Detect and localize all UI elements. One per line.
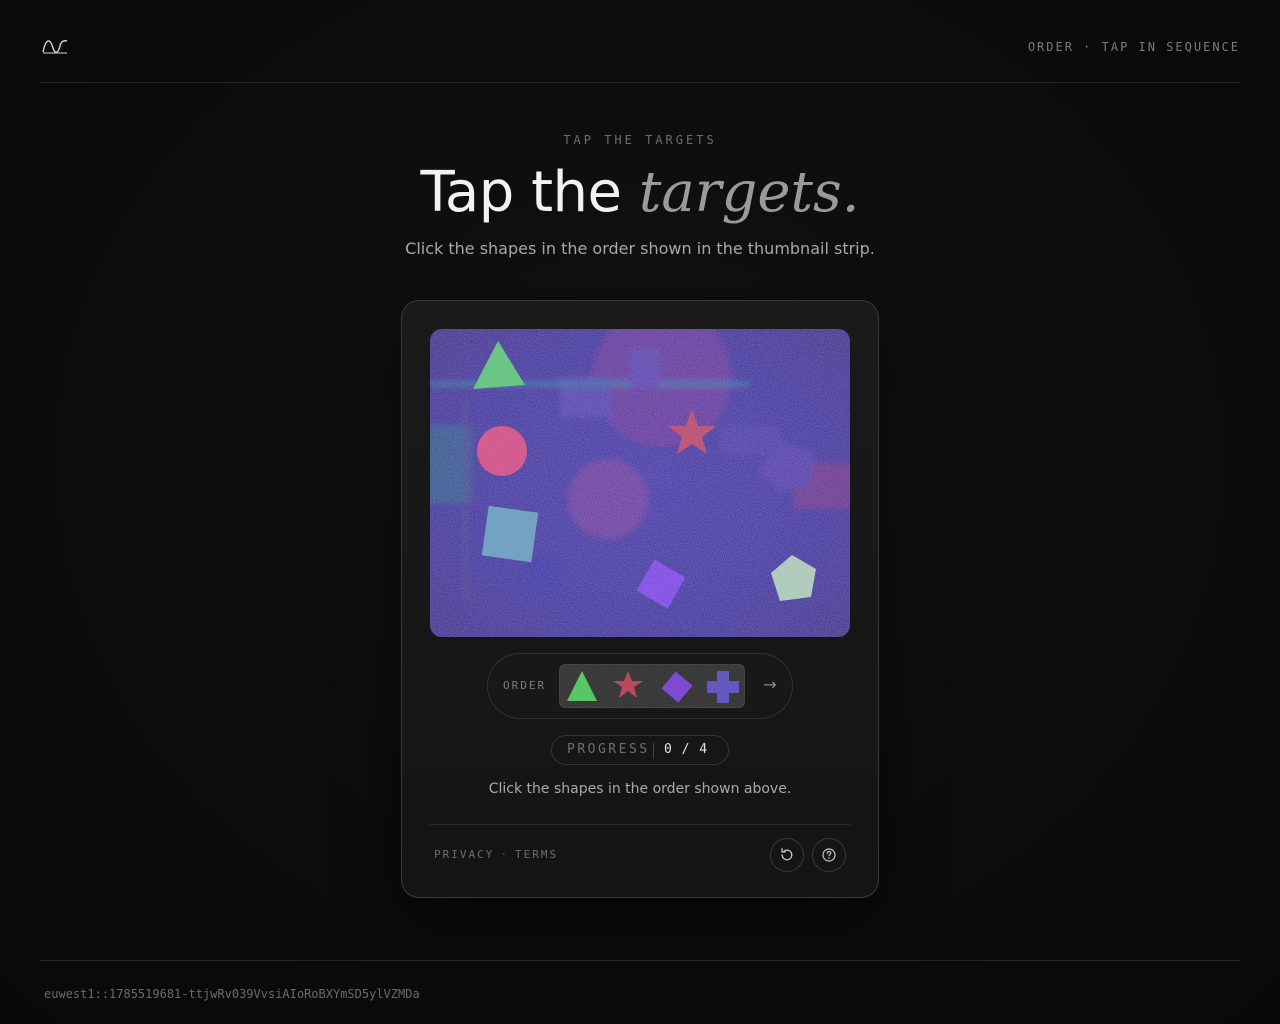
challenge-canvas[interactable] bbox=[430, 329, 850, 637]
link-separator: · bbox=[500, 848, 509, 861]
eyebrow-label: TAP THE TARGETS bbox=[563, 133, 717, 147]
top-bar: ORDER · TAP IN SEQUENCE bbox=[40, 0, 1240, 83]
title-plain: Tap the bbox=[420, 160, 622, 225]
page-subtitle: Click the shapes in the order shown in t… bbox=[405, 239, 875, 258]
footer-links: PRIVACY · TERMS bbox=[434, 848, 558, 861]
refresh-button[interactable] bbox=[770, 838, 804, 872]
bottom-divider bbox=[40, 960, 1240, 961]
privacy-link[interactable]: PRIVACY bbox=[434, 848, 494, 861]
progress-label: PROGRESS bbox=[567, 742, 650, 757]
ray-id: euwest1::1785519681-ttjwRv039VvsiAIoRoBX… bbox=[44, 987, 420, 1001]
thumbnail-strip bbox=[559, 664, 745, 708]
help-button[interactable] bbox=[812, 838, 846, 872]
instruction-text: Click the shapes in the order shown abov… bbox=[488, 781, 792, 797]
next-arrow-icon[interactable]: → bbox=[760, 674, 780, 696]
order-strip: ORDER → bbox=[487, 653, 793, 719]
progress-value: 0 / 4 bbox=[664, 742, 709, 757]
noise-overlay bbox=[430, 329, 850, 637]
card-divider bbox=[430, 824, 850, 825]
terms-link[interactable]: TERMS bbox=[515, 848, 558, 861]
order-label: ORDER bbox=[503, 679, 547, 692]
title-accent: targets. bbox=[638, 160, 860, 225]
refresh-icon bbox=[781, 848, 793, 861]
progress-indicator: PROGRESS 0 / 4 bbox=[551, 735, 729, 765]
challenge-card: ORDER → PROGRESS 0 / 4 Click the shapes … bbox=[401, 300, 879, 898]
wave-logo-icon[interactable] bbox=[42, 36, 68, 56]
page-title: Tap the targets. bbox=[0, 158, 1280, 228]
progress-divider bbox=[653, 743, 654, 759]
mode-label: ORDER · TAP IN SEQUENCE bbox=[1027, 40, 1240, 54]
help-icon bbox=[822, 848, 836, 862]
